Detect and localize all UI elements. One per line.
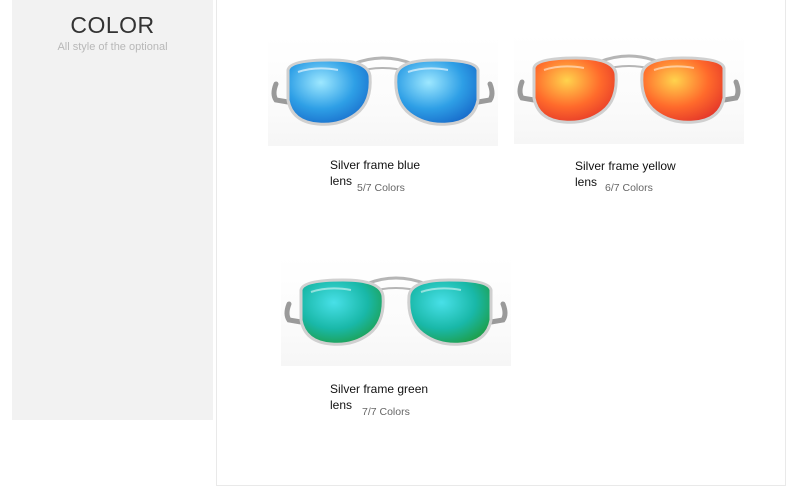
color-count: 7/7 Colors [362,406,410,418]
sidebar-panel: COLOR All style of the optional [12,0,213,420]
sunglasses-green-lens-icon [284,276,508,346]
sunglasses-image[interactable] [268,36,498,146]
sunglasses-image[interactable] [514,34,744,144]
sunglasses-blue-lens-icon [271,56,495,126]
product-caption: Silver frame green lens 7/7 Colors [330,381,440,418]
product-caption: Silver frame yellow lens 6/7 Colors [575,158,685,194]
section-title: COLOR [70,12,155,38]
sunglasses-image[interactable] [281,256,511,366]
product-caption: Silver frame blue lens 5/7 Colors [330,157,440,194]
section-subtitle: All style of the optional [57,41,168,53]
color-count: 5/7 Colors [357,182,405,194]
sunglasses-yellow-lens-icon [517,54,741,124]
color-count: 6/7 Colors [605,182,653,194]
